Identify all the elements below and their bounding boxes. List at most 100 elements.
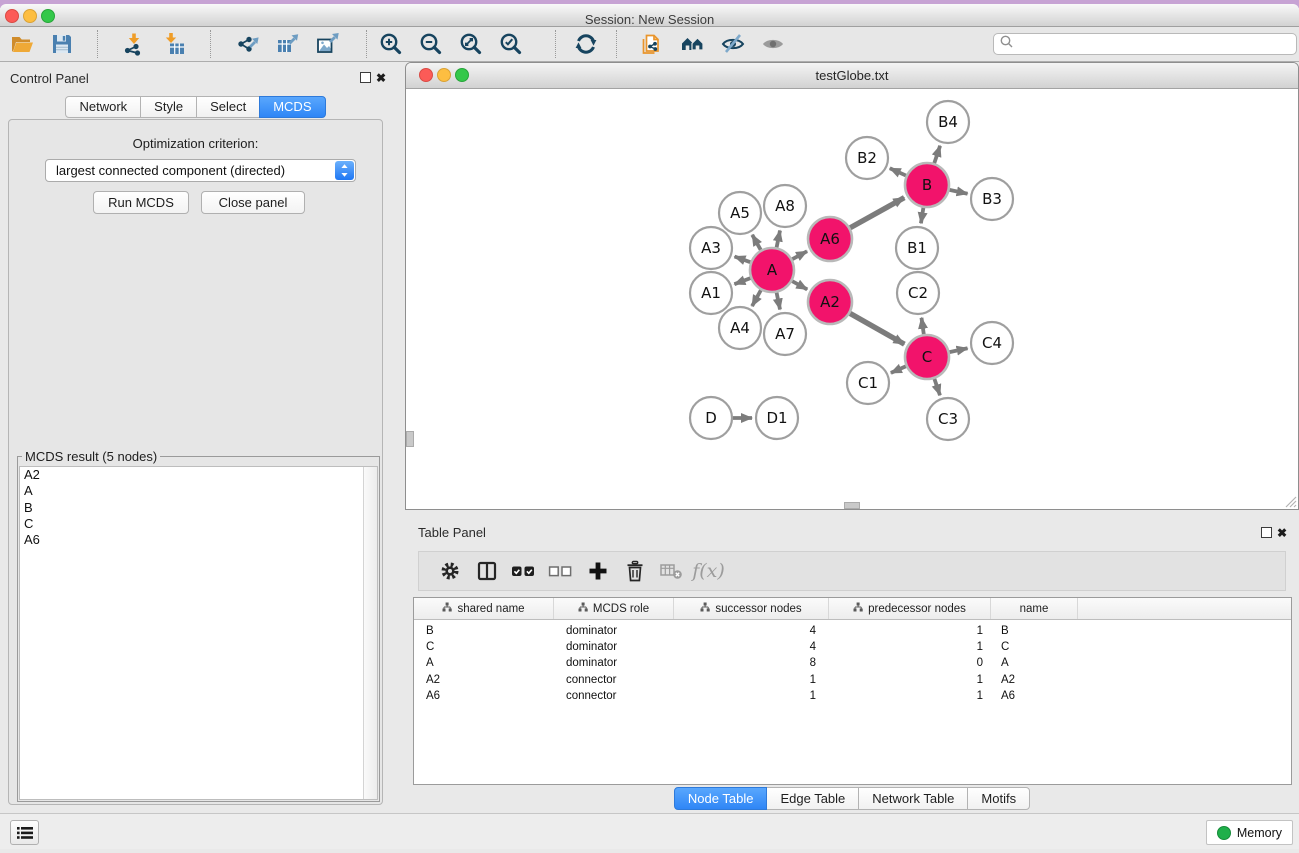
open-session-button[interactable] <box>2 29 42 59</box>
cell-name[interactable]: C <box>991 639 1078 655</box>
vertical-scroll-nub[interactable] <box>406 431 414 447</box>
cell-predecessor-nodes[interactable]: 1 <box>829 623 991 639</box>
cell-successor-nodes[interactable]: 1 <box>674 672 829 688</box>
table-row[interactable]: Bdominator41B <box>414 623 1291 639</box>
column-header-shared-name[interactable]: shared name <box>414 598 554 619</box>
two-houses-button[interactable] <box>673 29 713 59</box>
save-session-button[interactable] <box>42 29 82 59</box>
horizontal-scroll-nub[interactable] <box>844 502 860 509</box>
cell-shared-name[interactable]: A2 <box>414 672 554 688</box>
zoom-fit-button[interactable] <box>451 29 491 59</box>
edge-C-C3[interactable] <box>934 379 940 396</box>
column-header-name[interactable]: name <box>991 598 1078 619</box>
edge-A-A8[interactable] <box>777 230 780 247</box>
zoom-out-button[interactable] <box>411 29 451 59</box>
cell-mcds-role[interactable]: connector <box>554 672 674 688</box>
cell-successor-nodes[interactable]: 1 <box>674 688 829 704</box>
eye-slash-button[interactable] <box>713 29 753 59</box>
cell-mcds-role[interactable]: dominator <box>554 639 674 655</box>
cell-name[interactable]: A2 <box>991 672 1078 688</box>
edge-A-A2[interactable] <box>792 281 807 289</box>
optimization-criterion-dropdown[interactable]: largest connected component (directed) <box>45 159 356 182</box>
gear-icon[interactable] <box>431 556 468 586</box>
select-all-icon[interactable] <box>505 556 542 586</box>
eye-button[interactable] <box>753 29 793 59</box>
result-item[interactable]: A6 <box>20 532 377 548</box>
network-from-document-button[interactable] <box>633 29 673 59</box>
cell-successor-nodes[interactable]: 8 <box>674 655 829 671</box>
edge-B-B3[interactable] <box>949 190 967 194</box>
edge-B-B1[interactable] <box>921 208 923 224</box>
column-header-successor-nodes[interactable]: successor nodes <box>674 598 829 619</box>
cell-predecessor-nodes[interactable]: 0 <box>829 655 991 671</box>
export-table-button[interactable] <box>268 29 308 59</box>
cell-name[interactable]: B <box>991 623 1078 639</box>
edge-C-C1[interactable] <box>891 366 906 373</box>
result-scrollbar[interactable] <box>363 467 377 799</box>
result-item[interactable]: C <box>20 516 377 532</box>
edge-B-B4[interactable] <box>934 146 940 163</box>
cell-name[interactable]: A <box>991 655 1078 671</box>
cell-successor-nodes[interactable]: 4 <box>674 639 829 655</box>
edge-C-C4[interactable] <box>949 348 967 352</box>
result-item[interactable]: B <box>20 500 377 516</box>
cell-predecessor-nodes[interactable]: 1 <box>829 639 991 655</box>
edge-A-A1[interactable] <box>734 278 750 284</box>
cell-successor-nodes[interactable]: 4 <box>674 623 829 639</box>
search-field[interactable] <box>993 33 1297 55</box>
tab-motifs[interactable]: Motifs <box>967 787 1030 810</box>
split-column-icon[interactable] <box>468 556 505 586</box>
cell-shared-name[interactable]: A6 <box>414 688 554 704</box>
tab-node-table[interactable]: Node Table <box>674 787 768 810</box>
edge-B-B2[interactable] <box>890 168 906 175</box>
tab-network-table[interactable]: Network Table <box>858 787 968 810</box>
edge-A-A6[interactable] <box>792 251 807 259</box>
zoom-in-button[interactable] <box>371 29 411 59</box>
edge-A-A3[interactable] <box>735 256 751 262</box>
table-row[interactable]: Cdominator41C <box>414 639 1291 655</box>
export-network-button[interactable] <box>228 29 268 59</box>
import-network-button[interactable] <box>114 29 154 59</box>
trash-icon[interactable] <box>616 556 653 586</box>
run-mcds-button[interactable]: Run MCDS <box>93 191 189 214</box>
window-resize-grip[interactable] <box>1283 494 1297 508</box>
function-builder-icon[interactable]: f(x) <box>690 556 727 586</box>
search-input[interactable] <box>1015 35 1296 53</box>
cell-mcds-role[interactable]: dominator <box>554 623 674 639</box>
result-item[interactable]: A <box>20 483 377 499</box>
cell-shared-name[interactable]: C <box>414 639 554 655</box>
tab-select[interactable]: Select <box>196 96 260 118</box>
tab-edge-table[interactable]: Edge Table <box>766 787 859 810</box>
network-canvas[interactable]: AA1A2A3A4A5A6A7A8BB1B2B3B4CC1C2C3C4DD1 <box>406 89 1298 509</box>
result-item[interactable]: A2 <box>20 467 377 483</box>
table-row[interactable]: A6connector11A6 <box>414 688 1291 704</box>
tab-style[interactable]: Style <box>140 96 197 118</box>
task-history-button[interactable] <box>10 820 39 845</box>
memory-button[interactable]: Memory <box>1206 820 1293 845</box>
table-row[interactable]: Adominator80A <box>414 655 1291 671</box>
column-header-predecessor-nodes[interactable]: predecessor nodes <box>829 598 991 619</box>
refresh-button[interactable] <box>566 29 606 59</box>
edge-A-A7[interactable] <box>777 293 780 310</box>
zoom-selected-button[interactable] <box>491 29 531 59</box>
cell-predecessor-nodes[interactable]: 1 <box>829 672 991 688</box>
edge-A-A5[interactable] <box>752 235 761 250</box>
cell-mcds-role[interactable]: dominator <box>554 655 674 671</box>
tab-mcds[interactable]: MCDS <box>259 96 325 118</box>
edge-A2-C[interactable] <box>850 313 904 344</box>
close-panel-icon[interactable]: ✖ <box>376 72 386 84</box>
cell-mcds-role[interactable]: connector <box>554 688 674 704</box>
edge-C-C2[interactable] <box>921 318 923 334</box>
delete-table-icon[interactable] <box>653 556 690 586</box>
close-panel-button[interactable]: Close panel <box>201 191 305 214</box>
tab-network[interactable]: Network <box>65 96 141 118</box>
edge-A6-B[interactable] <box>850 198 904 228</box>
cell-name[interactable]: A6 <box>991 688 1078 704</box>
export-image-button[interactable] <box>308 29 348 59</box>
column-header-mcds-role[interactable]: MCDS role <box>554 598 674 619</box>
float-panel-icon[interactable] <box>360 72 371 83</box>
edge-A-A4[interactable] <box>752 290 761 306</box>
float-panel-icon[interactable] <box>1261 527 1272 538</box>
import-table-button[interactable] <box>154 29 194 59</box>
cell-predecessor-nodes[interactable]: 1 <box>829 688 991 704</box>
